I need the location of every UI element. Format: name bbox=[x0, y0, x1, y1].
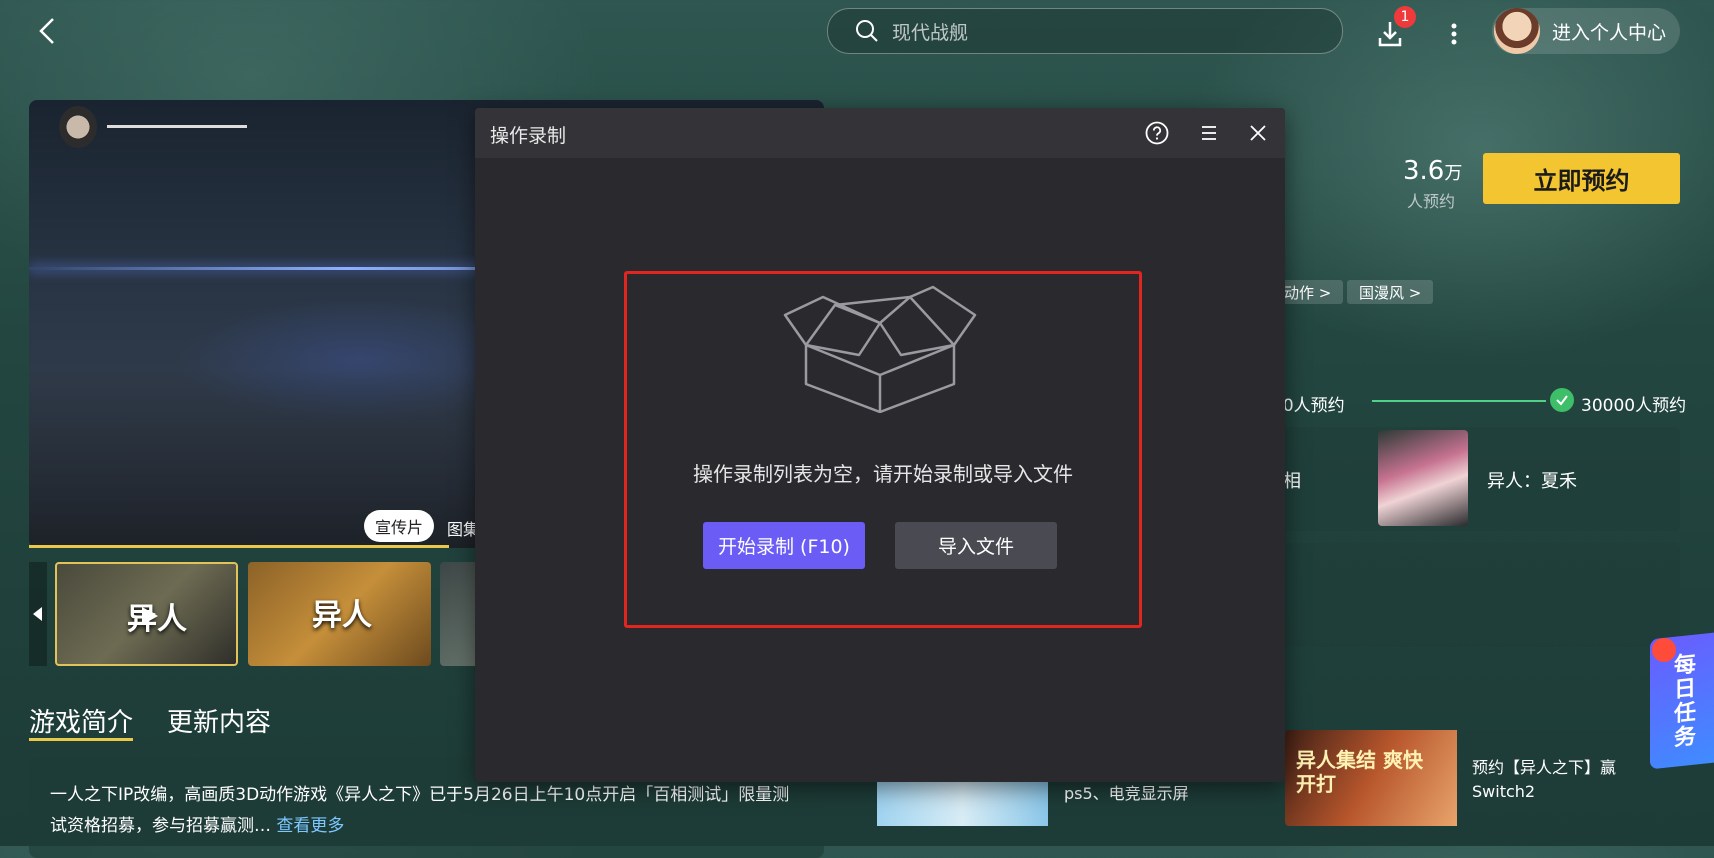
profile-label: 进入个人中心 bbox=[1552, 21, 1667, 44]
reserve-count-unit: 万 bbox=[1444, 163, 1463, 184]
import-file-button[interactable]: 导入文件 bbox=[895, 522, 1057, 569]
news-thumbnail-caption: 异人集结 爽快开打 bbox=[1296, 748, 1423, 796]
daily-task-label: 每日任务 bbox=[1670, 651, 1695, 751]
tab-game-intro[interactable]: 游戏简介 bbox=[29, 702, 133, 739]
character-cards bbox=[1283, 427, 1680, 531]
media-thumbnail[interactable]: 异人 bbox=[55, 562, 238, 666]
search-bar[interactable]: 现代战舰 bbox=[827, 8, 1343, 54]
chevron-left-icon bbox=[39, 18, 54, 44]
video-progress-bar[interactable] bbox=[29, 545, 449, 548]
help-icon[interactable] bbox=[1144, 120, 1170, 146]
character-portrait[interactable] bbox=[1378, 430, 1468, 526]
milestone-progress-line bbox=[1372, 400, 1546, 402]
tag-guoman-style[interactable]: 国漫风 > bbox=[1347, 280, 1434, 304]
see-more-link[interactable]: 查看更多 bbox=[276, 816, 344, 836]
dialog-title: 操作录制 bbox=[490, 125, 567, 147]
reserve-count-value: 3.6 bbox=[1403, 156, 1445, 186]
hud-avatar bbox=[59, 106, 97, 148]
close-icon[interactable] bbox=[1245, 120, 1271, 146]
media-thumbnail[interactable]: 异人 bbox=[248, 562, 431, 666]
tab-update-content[interactable]: 更新内容 bbox=[167, 702, 271, 739]
news-title[interactable]: ps5、电竞显示屏 bbox=[1064, 780, 1189, 804]
promo-video-tab[interactable]: 宣传片 bbox=[364, 510, 434, 542]
news-title[interactable]: 预约【异人之下】赢Switch2 bbox=[1472, 756, 1662, 804]
intro-body: 一人之下IP改编，高画质3D动作游戏《异人之下》已于5月26日上午10点开启「百… bbox=[50, 785, 790, 836]
thumbnail-title: 异人 bbox=[312, 598, 372, 633]
active-tab-indicator bbox=[29, 738, 133, 741]
milestone-right-label: 30000人预约 bbox=[1581, 396, 1687, 416]
notification-dot bbox=[1652, 638, 1676, 662]
character-name[interactable]: 异人：夏禾 bbox=[1487, 467, 1577, 493]
reserve-count-label: 人预约 bbox=[1407, 192, 1456, 211]
empty-box-icon bbox=[783, 285, 977, 413]
play-icon bbox=[142, 607, 158, 625]
caret-left-icon bbox=[33, 607, 42, 621]
profile-button[interactable]: 进入个人中心 bbox=[1492, 8, 1680, 54]
content-card bbox=[1283, 543, 1680, 647]
back-button[interactable] bbox=[30, 14, 64, 48]
search-icon bbox=[856, 20, 878, 42]
menu-icon[interactable] bbox=[1196, 120, 1222, 146]
thumbs-prev-button[interactable] bbox=[29, 562, 47, 666]
search-placeholder: 现代战舰 bbox=[892, 21, 969, 44]
reserve-count: 3.6万 bbox=[1403, 156, 1462, 186]
reserve-now-button[interactable]: 立即预约 bbox=[1483, 153, 1680, 204]
download-badge: 1 bbox=[1394, 6, 1416, 28]
check-icon bbox=[1550, 388, 1574, 412]
more-vertical-icon[interactable] bbox=[1440, 16, 1468, 52]
start-recording-button[interactable]: 开始录制 (F10) bbox=[703, 522, 865, 569]
avatar bbox=[1494, 8, 1540, 54]
intro-text: 一人之下IP改编，高画质3D动作游戏《异人之下》已于5月26日上午10点开启「百… bbox=[50, 780, 800, 842]
character-name-partial[interactable]: 相 bbox=[1283, 467, 1301, 493]
hud-health-bar bbox=[107, 125, 247, 128]
empty-state-message: 操作录制列表为空，请开始录制或导入文件 bbox=[693, 462, 1073, 486]
